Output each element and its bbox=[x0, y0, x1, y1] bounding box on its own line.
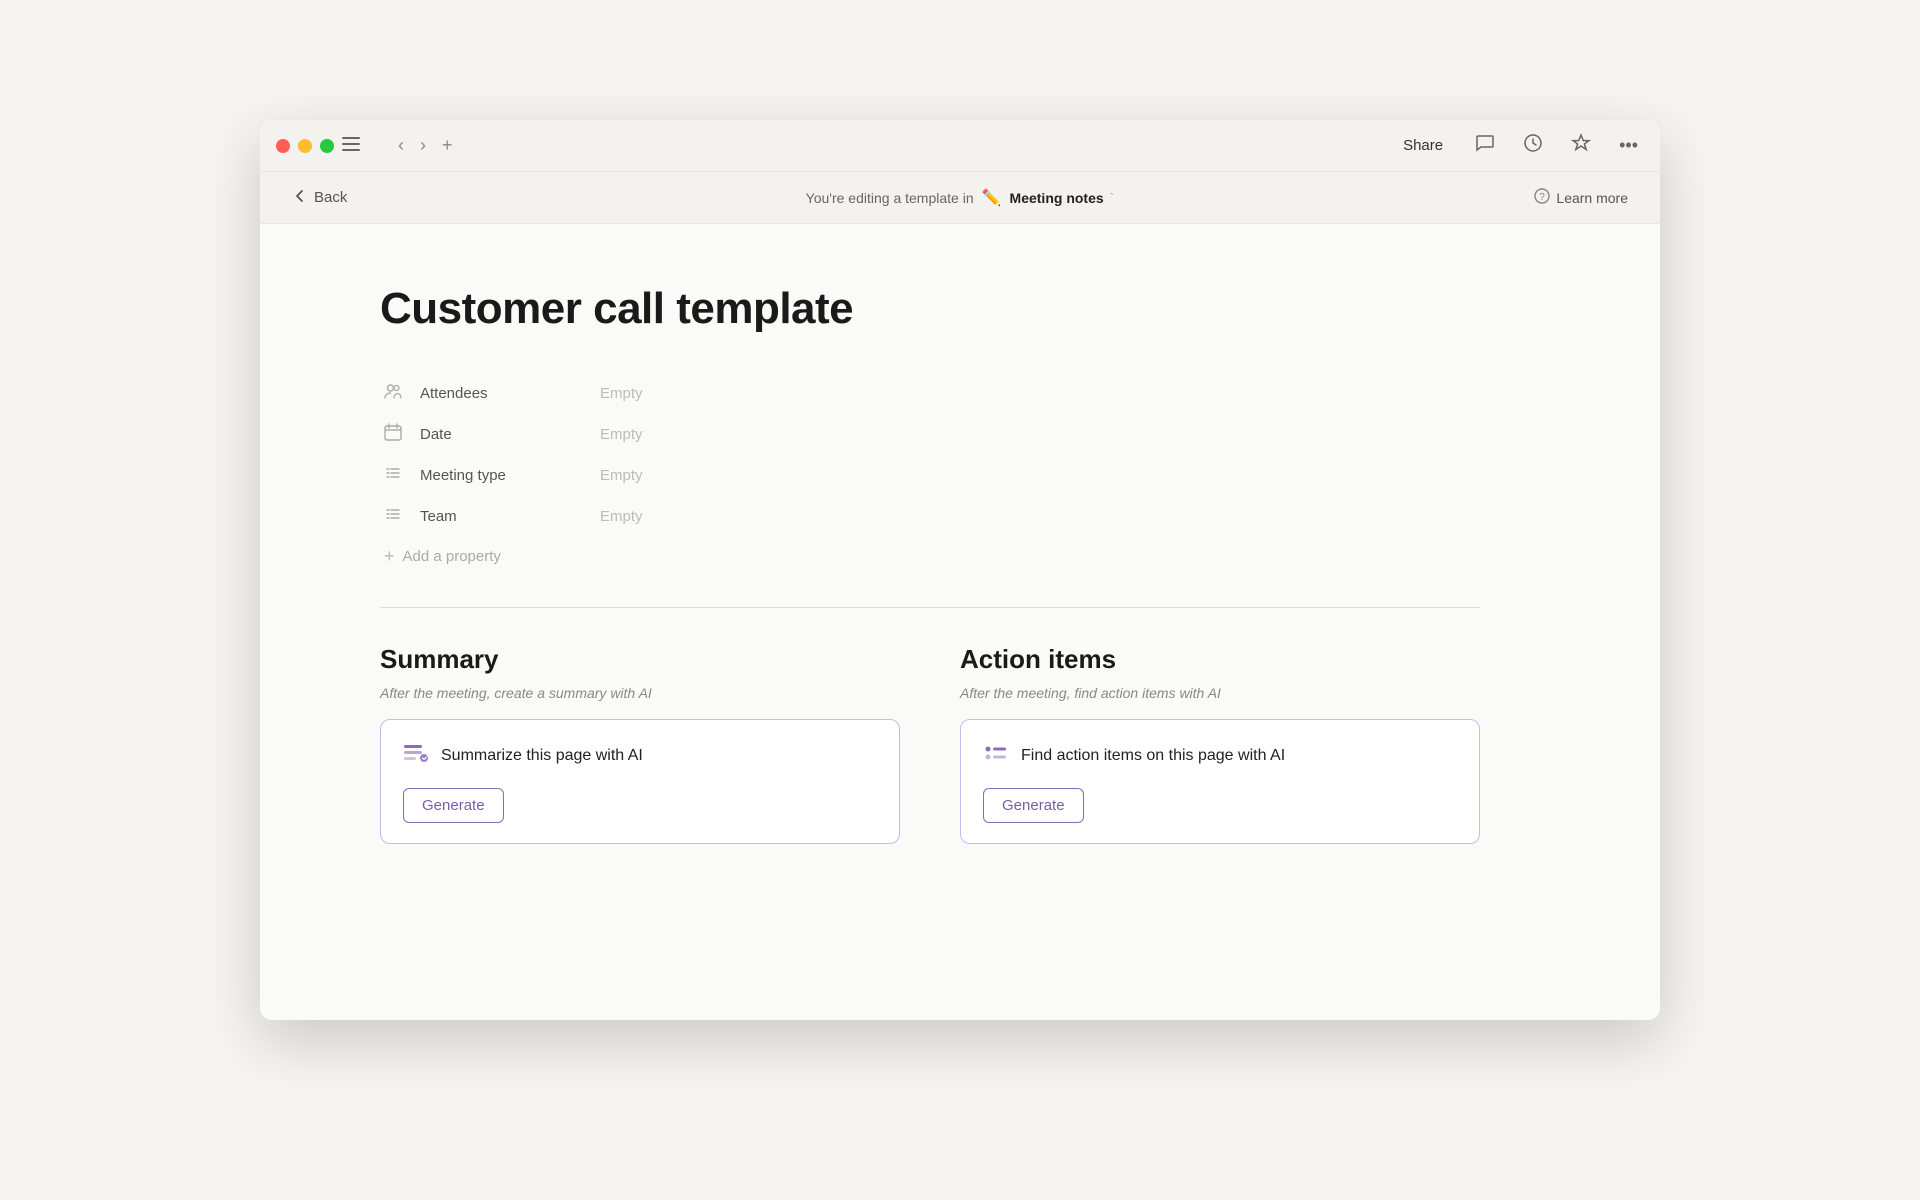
comment-button[interactable] bbox=[1469, 129, 1501, 162]
add-property-button[interactable]: + Add a property bbox=[380, 538, 1080, 575]
summary-subtitle: After the meeting, create a summary with… bbox=[380, 685, 900, 701]
editing-prefix-text: You're editing a template in bbox=[806, 190, 974, 206]
titlebar-actions: Share bbox=[1393, 129, 1644, 162]
properties-list: Attendees Empty Date Empty bbox=[380, 374, 1080, 575]
meeting-type-icon bbox=[384, 464, 420, 487]
plus-icon: + bbox=[442, 135, 453, 155]
property-team[interactable]: Team Empty bbox=[380, 497, 1080, 536]
maximize-button[interactable] bbox=[320, 139, 334, 153]
meeting-type-value: Empty bbox=[600, 467, 643, 484]
date-label: Date bbox=[420, 426, 600, 443]
template-emoji-icon: ✏️ bbox=[982, 188, 1002, 208]
date-icon bbox=[384, 423, 420, 446]
action-items-section: Action items After the meeting, find act… bbox=[960, 644, 1480, 844]
traffic-lights bbox=[276, 139, 334, 153]
template-topbar: Back You're editing a template in ✏️ Mee… bbox=[260, 172, 1660, 224]
nav-back-button[interactable]: ‹ bbox=[392, 131, 410, 160]
nav-forward-button[interactable]: › bbox=[414, 131, 432, 160]
action-items-card-header: Find action items on this page with AI bbox=[983, 740, 1457, 772]
summarize-ai-icon bbox=[403, 740, 429, 772]
property-attendees[interactable]: Attendees Empty bbox=[380, 374, 1080, 413]
titlebar: ‹ › + Share bbox=[260, 120, 1660, 172]
arrow-left-icon bbox=[292, 188, 308, 208]
star-icon bbox=[1571, 137, 1591, 157]
team-label: Team bbox=[420, 508, 600, 525]
back-button[interactable]: Back bbox=[284, 184, 355, 212]
action-items-ai-card: Find action items on this page with AI G… bbox=[960, 719, 1480, 844]
attendees-value: Empty bbox=[600, 385, 643, 402]
summary-card-header: Summarize this page with AI bbox=[403, 740, 877, 772]
plus-icon: + bbox=[384, 546, 395, 567]
section-divider bbox=[380, 607, 1480, 608]
back-label: Back bbox=[314, 189, 347, 206]
template-info: You're editing a template in ✏️ Meeting … bbox=[806, 188, 1115, 208]
property-meeting-type[interactable]: Meeting type Empty bbox=[380, 456, 1080, 495]
sidebar-toggle-button[interactable] bbox=[334, 131, 368, 160]
chevron-icon: ` bbox=[1110, 190, 1115, 206]
action-items-subtitle: After the meeting, find action items wit… bbox=[960, 685, 1480, 701]
team-icon bbox=[384, 505, 420, 528]
date-value: Empty bbox=[600, 426, 643, 443]
ellipsis-icon: ••• bbox=[1619, 135, 1638, 155]
share-button[interactable]: Share bbox=[1393, 133, 1453, 158]
bookmark-button[interactable] bbox=[1565, 129, 1597, 162]
learn-more-button[interactable]: ? Learn more bbox=[1526, 184, 1636, 211]
comment-icon bbox=[1475, 137, 1495, 157]
summary-section: Summary After the meeting, create a summ… bbox=[380, 644, 900, 844]
page-title: Customer call template bbox=[380, 284, 1580, 334]
history-icon bbox=[1523, 137, 1543, 157]
svg-text:?: ? bbox=[1540, 192, 1546, 203]
nav-add-button[interactable]: + bbox=[436, 131, 459, 160]
summary-generate-button[interactable]: Generate bbox=[403, 788, 504, 823]
page-content: Customer call template Attendees Empty bbox=[260, 224, 1660, 1020]
team-value: Empty bbox=[600, 508, 643, 525]
chevron-right-icon: › bbox=[420, 135, 426, 155]
help-circle-icon: ? bbox=[1534, 188, 1550, 207]
ai-sections: Summary After the meeting, create a summ… bbox=[380, 644, 1480, 844]
meeting-type-label: Meeting type bbox=[420, 467, 600, 484]
attendees-label: Attendees bbox=[420, 385, 600, 402]
app-window: ‹ › + Share bbox=[260, 120, 1660, 1020]
history-button[interactable] bbox=[1517, 129, 1549, 162]
hamburger-icon bbox=[342, 135, 360, 155]
action-items-generate-button[interactable]: Generate bbox=[983, 788, 1084, 823]
summary-ai-title: Summarize this page with AI bbox=[441, 747, 643, 765]
property-date[interactable]: Date Empty bbox=[380, 415, 1080, 454]
action-items-title: Action items bbox=[960, 644, 1480, 675]
action-items-ai-icon bbox=[983, 740, 1009, 772]
minimize-button[interactable] bbox=[298, 139, 312, 153]
add-property-label: Add a property bbox=[403, 548, 501, 565]
action-items-ai-title: Find action items on this page with AI bbox=[1021, 747, 1285, 765]
more-button[interactable]: ••• bbox=[1613, 131, 1644, 160]
attendees-icon bbox=[384, 382, 420, 405]
summary-title: Summary bbox=[380, 644, 900, 675]
template-name[interactable]: Meeting notes ` bbox=[1010, 190, 1115, 206]
close-button[interactable] bbox=[276, 139, 290, 153]
nav-buttons: ‹ › + bbox=[392, 131, 459, 160]
chevron-left-icon: ‹ bbox=[398, 135, 404, 155]
topbar-right: ? Learn more bbox=[1526, 184, 1636, 211]
summary-ai-card: Summarize this page with AI Generate bbox=[380, 719, 900, 844]
